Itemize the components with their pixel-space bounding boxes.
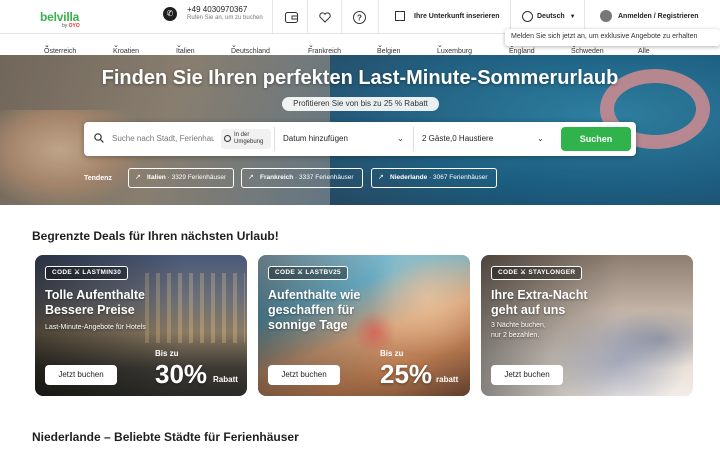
login-button[interactable]: Anmelden / Registrieren	[600, 10, 699, 22]
language-label: Deutsch	[537, 13, 565, 20]
building-icon	[395, 11, 405, 21]
destination-input[interactable]: Suche nach Stadt, Ferienhaus	[112, 134, 214, 143]
nearby-button[interactable]: In der Umgebung	[221, 129, 271, 149]
chevron-down-icon: ▼	[569, 13, 576, 20]
nav-item-deutschland[interactable]: Deutschland ⌄	[231, 41, 270, 55]
phone-number: +49 4030970367	[187, 5, 248, 14]
search-icon	[94, 133, 104, 143]
deal-description-1: 3 Nächte buchen,	[491, 322, 546, 329]
nearby-label-1: In der	[234, 132, 250, 138]
nav-item-belgien[interactable]: Belgien ⌄	[377, 41, 400, 55]
phone-icon: ✆	[163, 6, 177, 21]
deal-rabatt: Rabatt	[213, 375, 238, 384]
deals-heading: Begrenzte Deals für Ihren nächsten Urlau…	[32, 229, 279, 243]
date-picker[interactable]: Datum hinzufügen	[283, 134, 348, 143]
help-button[interactable]: ?	[342, 0, 376, 34]
login-tooltip: Melden Sie sich jetzt an, um exklusive A…	[505, 29, 720, 46]
logo-byline: by OYO	[62, 23, 80, 29]
book-now-button[interactable]: Jetzt buchen	[268, 365, 340, 385]
book-now-button[interactable]: Jetzt buchen	[45, 365, 117, 385]
deal-title: Tolle Aufenthalte Bessere Preise	[45, 288, 145, 317]
question-icon: ?	[352, 10, 366, 24]
belvilla-logo[interactable]: belvilla by OYO	[40, 9, 80, 29]
deal-discount: 30%	[155, 359, 208, 389]
svg-text:?: ?	[357, 13, 362, 22]
promo-code-badge: CODE ⚔ LASTBV25	[268, 266, 348, 280]
phone-contact[interactable]: ✆ +49 4030970367 Rufen Sie an, um zu buc…	[163, 5, 263, 21]
trending-icon: ↗	[378, 174, 384, 181]
nearby-label-2: Umgebung	[234, 139, 264, 145]
list-property-label: Ihre Unterkunft inserieren	[414, 12, 500, 20]
deal-title: Aufenthalte wie geschaffen für sonnige T…	[268, 288, 361, 332]
logo-text: belvilla	[40, 10, 80, 24]
search-button[interactable]: Suchen	[561, 127, 631, 151]
trending-icon: ↗	[248, 174, 254, 181]
trend-chip-italien[interactable]: ↗ Italien · 3329 Ferienhäuser	[128, 168, 234, 188]
heart-icon	[319, 11, 331, 23]
nav-item-luxemburg[interactable]: Luxemburg ⌄	[437, 41, 472, 55]
hero-banner: Finden Sie Ihren perfekten Last-Minute-S…	[0, 55, 720, 205]
guests-selector[interactable]: 2 Gäste,0 Haustiere	[422, 134, 493, 143]
phone-hint: Rufen Sie an, um zu buchen	[187, 14, 263, 21]
trend-chip-niederlande[interactable]: ↗ Niederlande · 3067 Ferienhäuser	[371, 168, 497, 188]
deal-card-staylonger[interactable]: CODE ⚔ STAYLONGER Ihre Extra-Nacht geht …	[481, 255, 693, 396]
nav-item-frankreich[interactable]: Frankreich ⌄	[308, 41, 341, 55]
deal-rabatt: rabatt	[436, 375, 459, 384]
deal-title: Ihre Extra-Nacht geht auf uns	[491, 288, 588, 317]
promo-code-badge: CODE ⚔ LASTMIN30	[45, 266, 129, 280]
globe-icon	[522, 11, 533, 22]
nav-item-oesterreich[interactable]: Österreich ⌄	[44, 41, 76, 55]
popular-cities-heading: Niederlande – Beliebte Städte für Ferien…	[32, 430, 299, 444]
wallet-icon	[284, 11, 298, 23]
list-property-link[interactable]: Ihre Unterkunft inserieren	[395, 11, 500, 21]
trend-label: Tendenz	[84, 175, 112, 182]
deal-card-lastbv25[interactable]: CODE ⚔ LASTBV25 Aufenthalte wie geschaff…	[258, 255, 470, 396]
promo-code-badge: CODE ⚔ STAYLONGER	[491, 266, 583, 280]
deal-bis-zu: Bis zu	[155, 349, 179, 358]
trending-icon: ↗	[135, 174, 141, 181]
deal-card-lastmin30[interactable]: CODE ⚔ LASTMIN30 Tolle Aufenthalte Besse…	[35, 255, 247, 396]
chevron-down-icon: ⌄	[537, 134, 544, 143]
deal-description-2: nur 2 bezahlen.	[491, 332, 540, 339]
search-bar: Suche nach Stadt, Ferienhaus In der Umge…	[84, 122, 636, 156]
chevron-down-icon: ⌄	[397, 134, 404, 143]
nav-item-italien[interactable]: Italien ⌄	[176, 41, 195, 55]
language-selector[interactable]: Deutsch ▼	[522, 11, 576, 22]
favorites-button[interactable]	[308, 0, 342, 34]
deal-description: Last-Minute-Angebote für Hotels	[45, 324, 146, 331]
nav-item-kroatien[interactable]: Kroatien ⌄	[113, 41, 139, 55]
deal-bis-zu: Bis zu	[380, 349, 404, 358]
wallet-button[interactable]	[274, 0, 308, 34]
trend-chip-frankreich[interactable]: ↗ Frankreich · 3337 Ferienhäuser	[241, 168, 363, 188]
hero-promo-badge: Profitieren Sie von bis zu 25 % Rabatt	[282, 97, 439, 111]
deal-discount: 25%	[380, 359, 433, 389]
book-now-button[interactable]: Jetzt buchen	[491, 365, 563, 385]
location-icon	[224, 135, 231, 142]
login-label: Anmelden / Registrieren	[618, 12, 699, 20]
user-icon	[600, 10, 612, 22]
hero-title: Finden Sie Ihren perfekten Last-Minute-S…	[101, 67, 619, 89]
